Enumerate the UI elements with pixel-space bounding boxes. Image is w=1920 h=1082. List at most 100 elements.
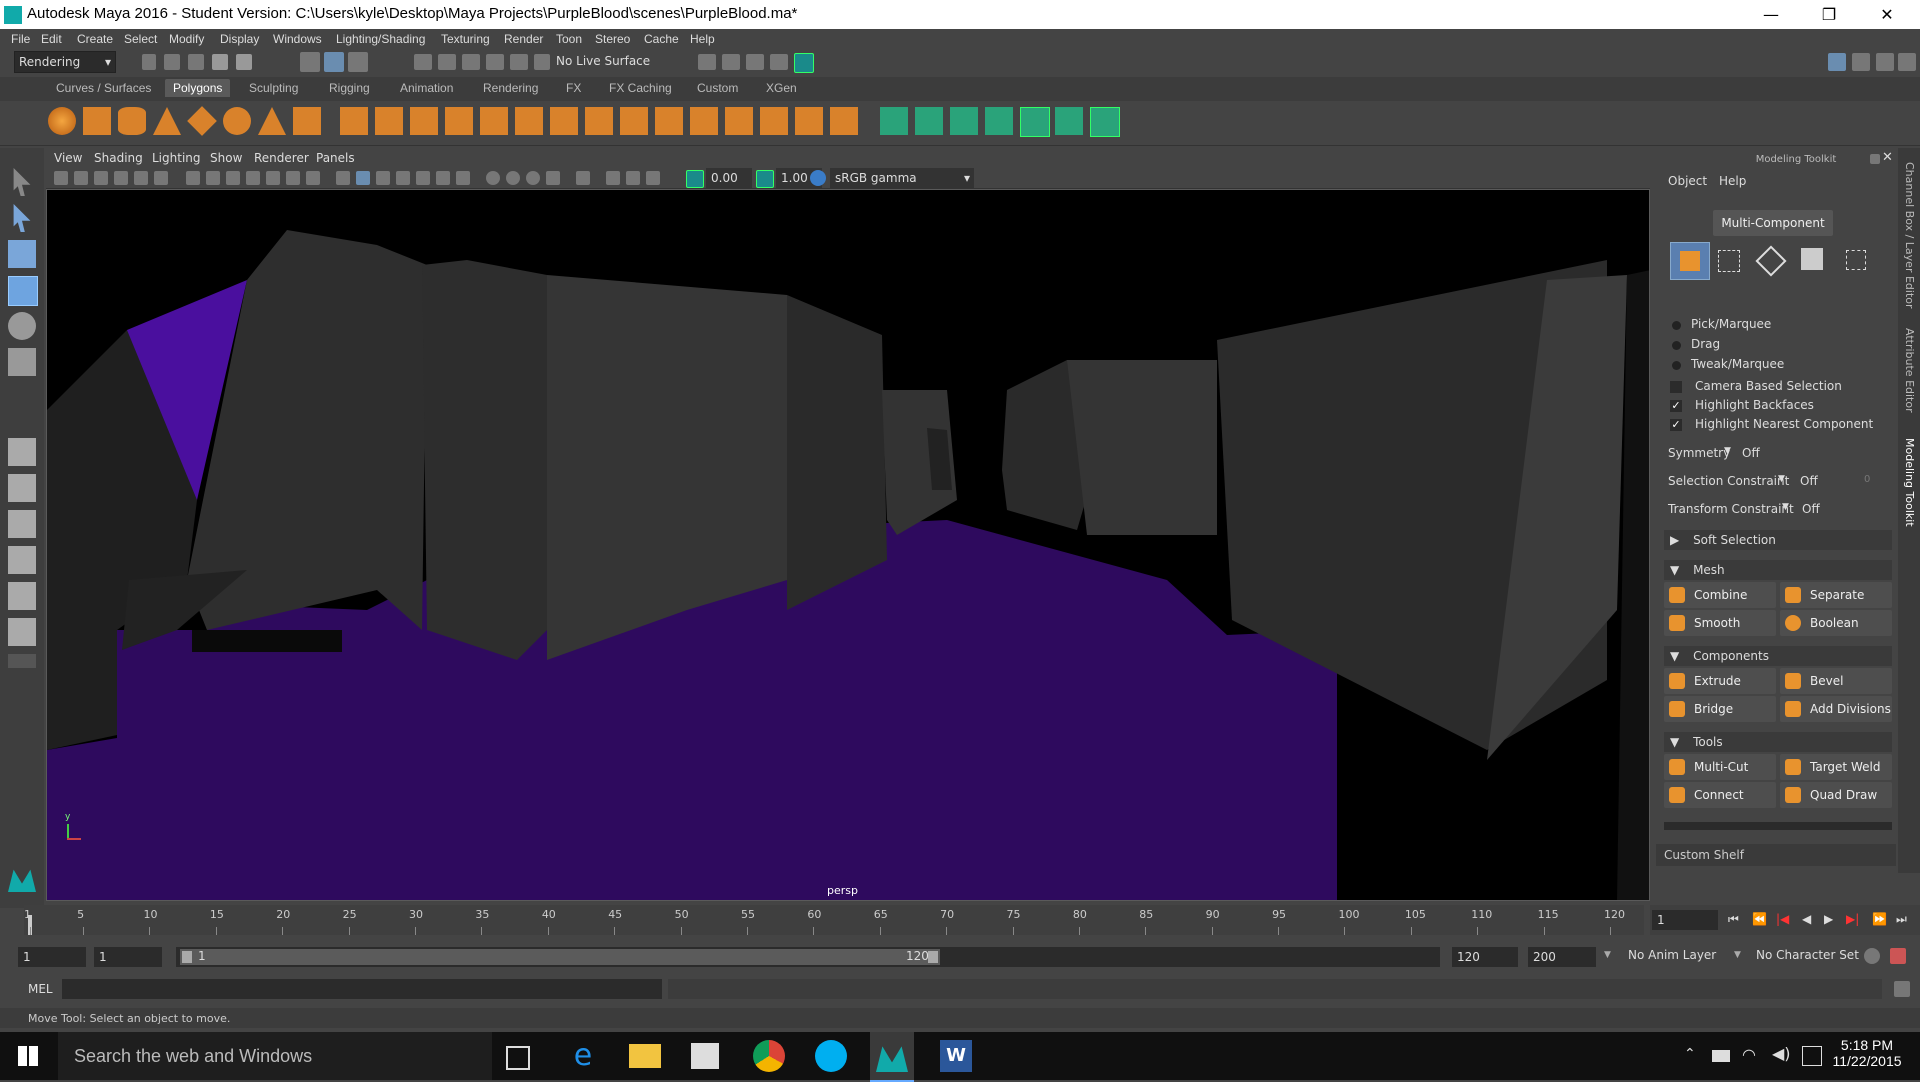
hypershade-icon[interactable]: [794, 53, 814, 73]
drag-radio[interactable]: [1672, 341, 1681, 350]
checker-shelf-icon[interactable]: [1055, 107, 1083, 135]
extrude-shelf-icon[interactable]: [550, 107, 578, 135]
panel-menu-panels[interactable]: Panels: [316, 151, 355, 165]
menu-help[interactable]: Help: [690, 32, 715, 46]
menu-file[interactable]: File: [11, 32, 30, 46]
file-explorer-icon[interactable]: [629, 1044, 661, 1068]
render-current-icon[interactable]: [722, 54, 740, 70]
xray-icon[interactable]: [606, 171, 620, 185]
xray-joints-icon[interactable]: [626, 171, 640, 185]
current-frame-field[interactable]: 1: [1652, 910, 1718, 930]
multisample-aa-icon[interactable]: [526, 171, 540, 185]
mirror-shelf-icon[interactable]: [515, 107, 543, 135]
step-back-frame-icon[interactable]: |◀: [1776, 912, 1789, 926]
bridge-shelf-icon[interactable]: [585, 107, 613, 135]
tools-section[interactable]: ▼ Tools: [1664, 732, 1892, 752]
menu-create[interactable]: Create: [77, 32, 113, 46]
range-slider-bar[interactable]: [180, 949, 940, 965]
uv-editor-shelf-icon[interactable]: [880, 107, 908, 135]
cylindrical-map-shelf-icon[interactable]: [950, 107, 978, 135]
go-to-end-icon[interactable]: ⏭: [1896, 912, 1907, 927]
default-material-icon[interactable]: [376, 171, 390, 185]
close-button[interactable]: ✕: [1864, 0, 1910, 29]
graph-editor-layout-icon[interactable]: [8, 582, 36, 610]
multi-cut-button[interactable]: Multi-Cut: [1664, 754, 1776, 780]
panel-menu-lighting[interactable]: Lighting: [152, 151, 201, 165]
selection-constraint-dropdown[interactable]: Selection Constraint: [1668, 474, 1789, 488]
face-mode-icon[interactable]: [1801, 248, 1823, 270]
edge-mode-icon[interactable]: [1755, 245, 1787, 277]
volume-icon[interactable]: ◀): [1772, 1044, 1791, 1063]
horizontal-scrollbar[interactable]: [1664, 822, 1892, 830]
isolate-select-icon[interactable]: [576, 171, 590, 185]
multi-component-button[interactable]: Multi-Component: [1713, 210, 1833, 236]
snap-grid-icon[interactable]: [414, 54, 432, 70]
tab-animation[interactable]: Animation: [400, 81, 453, 95]
screen-space-ao-icon[interactable]: [486, 171, 500, 185]
2d-pan-zoom-icon[interactable]: [134, 171, 148, 185]
poly-plane-icon[interactable]: [187, 106, 217, 136]
unfold-shelf-icon[interactable]: [1090, 107, 1120, 137]
skype-icon[interactable]: [815, 1040, 847, 1072]
tab-channel-box[interactable]: Channel Box / Layer Editor: [1903, 162, 1916, 309]
connect-button[interactable]: Connect: [1664, 782, 1776, 808]
smooth-button[interactable]: Smooth: [1664, 610, 1776, 636]
gamma-icon[interactable]: [756, 170, 774, 188]
redo-icon[interactable]: [236, 54, 252, 70]
tab-rendering[interactable]: Rendering: [483, 81, 538, 95]
tab-attribute-editor[interactable]: Attribute Editor: [1903, 328, 1916, 413]
undo-icon[interactable]: [212, 54, 228, 70]
open-scene-icon[interactable]: [164, 54, 180, 70]
range-slider-track[interactable]: 1 120: [176, 947, 1440, 967]
menu-texturing[interactable]: Texturing: [441, 32, 490, 46]
wireframe-on-shaded-icon[interactable]: [396, 171, 410, 185]
lasso-tool-icon[interactable]: [13, 204, 31, 232]
separate-shelf-icon[interactable]: [375, 107, 403, 135]
poly-pipe-icon[interactable]: [293, 107, 321, 135]
safe-action-icon[interactable]: [286, 171, 300, 185]
wireframe-icon[interactable]: [336, 171, 350, 185]
time-slider[interactable]: 1 5 10 15 20 25 30 35 40 45 50 55 60 65 70 75 80 85 90 95 10…: [24, 905, 1644, 935]
word-icon[interactable]: W: [940, 1040, 972, 1072]
exposure-field[interactable]: 0.00: [706, 168, 752, 188]
camera-select-icon[interactable]: [54, 171, 68, 185]
camera-based-checkbox[interactable]: [1670, 381, 1682, 393]
bevel-button[interactable]: Bevel: [1780, 668, 1892, 694]
highlight-nearest-checkbox[interactable]: ✓: [1670, 419, 1682, 431]
bookmark-icon[interactable]: [94, 171, 108, 185]
poly-cylinder-icon[interactable]: [118, 107, 146, 135]
safe-title-icon[interactable]: [306, 171, 320, 185]
perspective-viewport[interactable]: y persp: [46, 189, 1650, 901]
rotate-tool-icon[interactable]: [8, 312, 36, 340]
colorspace-dropdown[interactable]: sRGB gamma ▾: [830, 168, 974, 188]
uv-mode-icon[interactable]: [1846, 250, 1866, 270]
range-end-handle[interactable]: [928, 951, 938, 963]
go-to-start-icon[interactable]: ⏮: [1728, 912, 1739, 927]
menu-modify[interactable]: Modify: [169, 32, 204, 46]
xray-components-icon[interactable]: [646, 171, 660, 185]
hypershade-layout-icon[interactable]: [8, 618, 36, 646]
combine-button[interactable]: Combine: [1664, 582, 1776, 608]
restore-button[interactable]: ❐: [1806, 0, 1852, 29]
menu-stereo[interactable]: Stereo: [595, 32, 630, 46]
four-view-layout-icon[interactable]: [8, 474, 36, 502]
more-layouts-icon[interactable]: [8, 654, 36, 668]
action-center-icon[interactable]: [1802, 1046, 1822, 1066]
soft-selection-section[interactable]: ▶ Soft Selection: [1664, 530, 1892, 550]
step-forward-frame-icon[interactable]: ▶|: [1846, 912, 1859, 926]
separate-button[interactable]: Separate: [1780, 582, 1892, 608]
mel-input[interactable]: [62, 979, 662, 999]
float-panel-icon[interactable]: [1870, 154, 1880, 164]
live-surface-field[interactable]: No Live Surface: [552, 51, 656, 71]
script-editor-icon[interactable]: [1894, 981, 1910, 997]
tab-polygons[interactable]: Polygons: [165, 79, 231, 97]
poly-cube-icon[interactable]: [83, 107, 111, 135]
menuset-dropdown[interactable]: Rendering ▾: [14, 51, 116, 73]
paint-select-tool-icon[interactable]: [8, 240, 36, 268]
store-icon[interactable]: [691, 1043, 719, 1069]
render-view-icon[interactable]: [698, 54, 716, 70]
close-icon[interactable]: ✕: [1882, 150, 1893, 165]
highlight-backfaces-checkbox[interactable]: ✓: [1670, 400, 1682, 412]
battery-icon[interactable]: [1712, 1050, 1730, 1062]
maya-taskbar-button[interactable]: [870, 1032, 914, 1082]
